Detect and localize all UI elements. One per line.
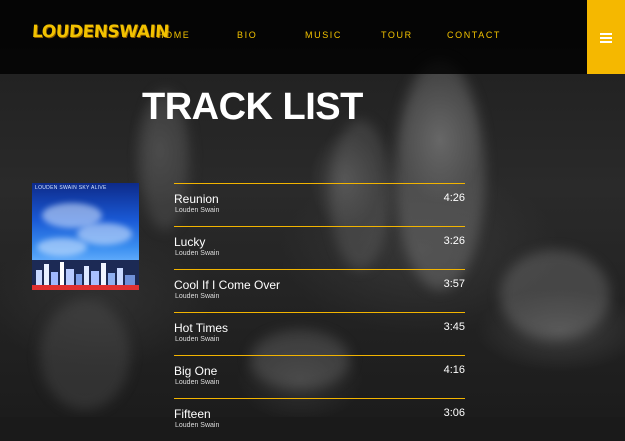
track-list: Reunion Louden Swain 4:26 Lucky Louden S… (174, 183, 465, 441)
album-cover-text: LOUDEN SWAIN SKY ALIVE (35, 185, 107, 191)
track-duration: 3:06 (443, 407, 465, 419)
track-duration: 4:16 (443, 364, 465, 376)
nav-contact[interactable]: CONTACT (447, 30, 501, 40)
track-duration: 3:57 (443, 278, 465, 290)
nav-bio[interactable]: BIO (237, 30, 257, 40)
album-cover: LOUDEN SWAIN SKY ALIVE (32, 183, 139, 290)
page-title: TRACK LIST (142, 86, 363, 128)
track-name: Hot Times (174, 321, 229, 335)
menu-button[interactable] (587, 0, 625, 74)
track-duration: 3:26 (443, 235, 465, 247)
track-row[interactable]: Big One Louden Swain 4:16 (174, 355, 465, 398)
louden-swain-logo[interactable]: LOUDENSWAIN (31, 22, 169, 42)
track-artist: Louden Swain (175, 422, 220, 429)
track-name: Big One (174, 364, 218, 378)
track-name: Cool If I Come Over (174, 278, 281, 292)
track-row[interactable]: Fifteen Louden Swain 3:06 (174, 398, 465, 441)
track-artist: Louden Swain (175, 336, 220, 343)
track-name: Fifteen (174, 407, 211, 421)
track-artist: Louden Swain (175, 293, 220, 300)
track-name: Reunion (174, 192, 219, 206)
track-artist: Louden Swain (175, 207, 220, 214)
nav-music[interactable]: MUSIC (305, 30, 342, 40)
site-header: LOUDENSWAIN HOME BIO MUSIC TOUR CONTACT (0, 0, 625, 74)
track-name: Lucky (174, 235, 206, 249)
track-artist: Louden Swain (175, 379, 220, 386)
city-skyline-graphic (32, 260, 139, 290)
track-row[interactable]: Cool If I Come Over Louden Swain 3:57 (174, 269, 465, 312)
nav-home[interactable]: HOME (157, 30, 190, 40)
hamburger-icon (600, 32, 612, 43)
track-duration: 3:45 (443, 321, 465, 333)
track-row[interactable]: Reunion Louden Swain 4:26 (174, 183, 465, 226)
nav-tour[interactable]: TOUR (381, 30, 413, 40)
track-artist: Louden Swain (175, 250, 220, 257)
track-row[interactable]: Hot Times Louden Swain 3:45 (174, 312, 465, 355)
track-duration: 4:26 (443, 192, 465, 204)
track-row[interactable]: Lucky Louden Swain 3:26 (174, 226, 465, 269)
